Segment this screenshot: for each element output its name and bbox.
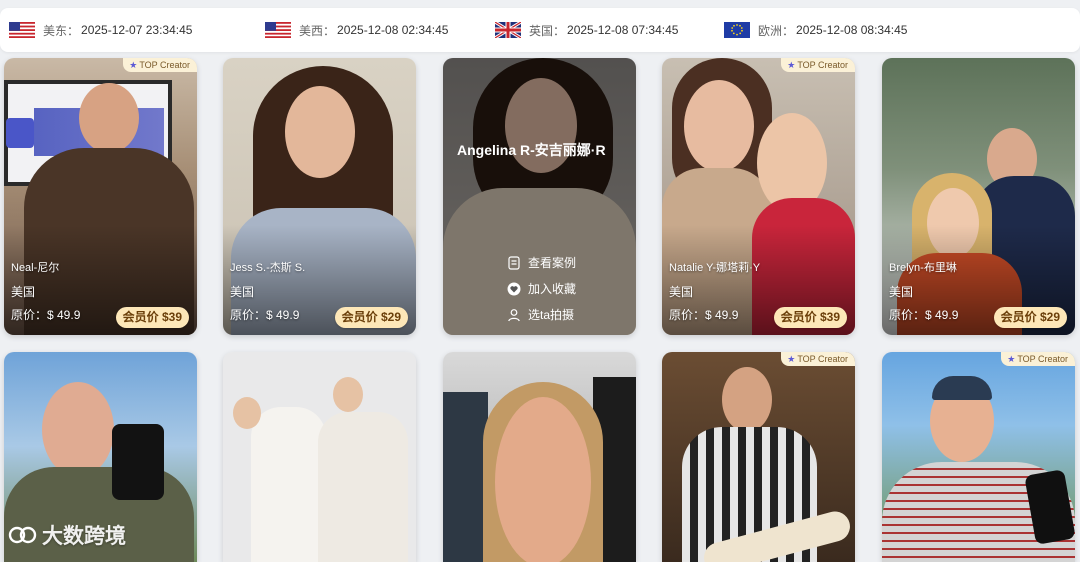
star-icon: ★ (129, 60, 138, 70)
star-icon: ★ (787, 60, 796, 70)
original-price: 原价：$ 49.9 (11, 308, 81, 322)
person-head (495, 397, 591, 562)
creator-name: Jess S.-杰斯 S. (230, 262, 306, 274)
member-price-badge: 会员价 $29 (993, 307, 1067, 328)
creator-country: 美国 (669, 285, 694, 299)
document-icon (508, 255, 520, 270)
child-head (333, 377, 363, 412)
top-creator-badge: ★ TOP Creator (1001, 352, 1075, 366)
timezone-us-east: 美东： 2025-12-07 23:34:45 (9, 8, 192, 52)
creator-card[interactable]: ★ TOP Creator Natalie Y-娜塔莉·Y 美国 原价：$ 49.… (662, 58, 855, 335)
timezone-eu: 欧洲： 2025-12-08 08:34:45 (724, 8, 907, 52)
view-cases-label: 查看案例 (528, 256, 577, 270)
timezone-us-west: 美西： 2025-12-08 02:34:45 (265, 8, 448, 52)
original-price: 原价：$ 49.9 (889, 308, 959, 322)
top-creator-label: TOP Creator (797, 60, 848, 70)
person-cap (932, 376, 992, 400)
man-figure (318, 412, 408, 562)
watermark-logo-icon (8, 526, 37, 544)
person-head (79, 83, 139, 153)
eu-flag-icon (724, 22, 750, 38)
timezone-label: 欧洲： (758, 23, 795, 38)
creator-card[interactable]: ★ TOP Creator (662, 352, 855, 562)
user-icon (508, 308, 520, 321)
creator-country: 美国 (889, 285, 914, 299)
creator-card[interactable]: Brelyn-布里琳 美国 原价：$ 49.9 会员价 $29 (882, 58, 1075, 335)
select-for-shoot-label: 选ta拍摄 (528, 308, 575, 322)
top-creator-badge: ★ TOP Creator (781, 352, 855, 366)
top-creator-badge: ★ TOP Creator (781, 58, 855, 72)
us-flag-icon (9, 22, 35, 38)
select-for-shoot-button[interactable]: 选ta拍摄 (507, 306, 574, 323)
creator-country: 美国 (230, 285, 255, 299)
creator-card[interactable]: ★ TOP Creator (882, 352, 1075, 562)
top-creator-badge: ★ TOP Creator (123, 58, 197, 72)
watermark: 大数跨境 (8, 520, 126, 550)
timezone-time: 2025-12-08 07:34:45 (567, 23, 679, 37)
timezone-label: 美西： (299, 23, 336, 38)
timezone-time: 2025-12-07 23:34:45 (81, 23, 193, 37)
timezone-bar: 美东： 2025-12-07 23:34:45 美西： 2025-12-08 0… (0, 8, 1080, 52)
uk-flag-icon (495, 22, 521, 38)
creator-card[interactable] (443, 352, 636, 562)
creator-card[interactable] (223, 352, 416, 562)
member-price-badge: 会员价 $29 (334, 307, 408, 328)
heart-icon (507, 282, 521, 295)
creator-card[interactable]: ★ TOP Creator Neal-尼尔 美国 原价：$ 49.9 会员价 $3… (4, 58, 197, 335)
top-creator-label: TOP Creator (139, 60, 190, 70)
creator-card[interactable]: Jess S.-杰斯 S. 美国 原价：$ 49.9 会员价 $29 (223, 58, 416, 335)
member-price-badge: 会员价 $39 (115, 307, 189, 328)
star-icon: ★ (787, 354, 796, 364)
top-creator-label: TOP Creator (797, 354, 848, 364)
member-price-badge: 会员价 $39 (773, 307, 847, 328)
star-icon: ★ (1007, 354, 1016, 364)
person-head (684, 80, 754, 172)
timezone-time: 2025-12-08 08:34:45 (796, 23, 908, 37)
creator-name: Brelyn-布里琳 (889, 262, 957, 274)
timezone-label: 美东： (43, 23, 80, 38)
add-favorite-label: 加入收藏 (528, 282, 577, 296)
creator-name-large: Angelina R-安吉丽娜·R (457, 142, 606, 158)
creator-card-hovered[interactable]: Angelina R-安吉丽娜·R 查看案例 加入收藏 选ta拍摄 (443, 58, 636, 335)
top-creator-label: TOP Creator (1017, 354, 1068, 364)
woman-figure (251, 407, 326, 562)
child-head (233, 397, 261, 429)
person-head (722, 367, 772, 432)
person-head (42, 382, 114, 477)
timezone-label: 英国： (529, 23, 566, 38)
creator-country: 美国 (11, 285, 36, 299)
creator-name: Natalie Y-娜塔莉·Y (669, 262, 761, 274)
creator-name: Neal-尼尔 (11, 262, 60, 274)
watermark-text: 大数跨境 (42, 525, 126, 548)
person-head (285, 86, 355, 178)
us-flag-icon (265, 22, 291, 38)
bystander-left (443, 392, 488, 562)
view-cases-button[interactable]: 查看案例 (507, 254, 576, 271)
original-price: 原价：$ 49.9 (669, 308, 739, 322)
logo-block (6, 118, 34, 148)
phone-prop (112, 424, 164, 500)
original-price: 原价：$ 49.9 (230, 308, 300, 322)
timezone-uk: 英国： 2025-12-08 07:34:45 (495, 8, 678, 52)
timezone-time: 2025-12-08 02:34:45 (337, 23, 449, 37)
add-favorite-button[interactable]: 加入收藏 (507, 280, 576, 297)
